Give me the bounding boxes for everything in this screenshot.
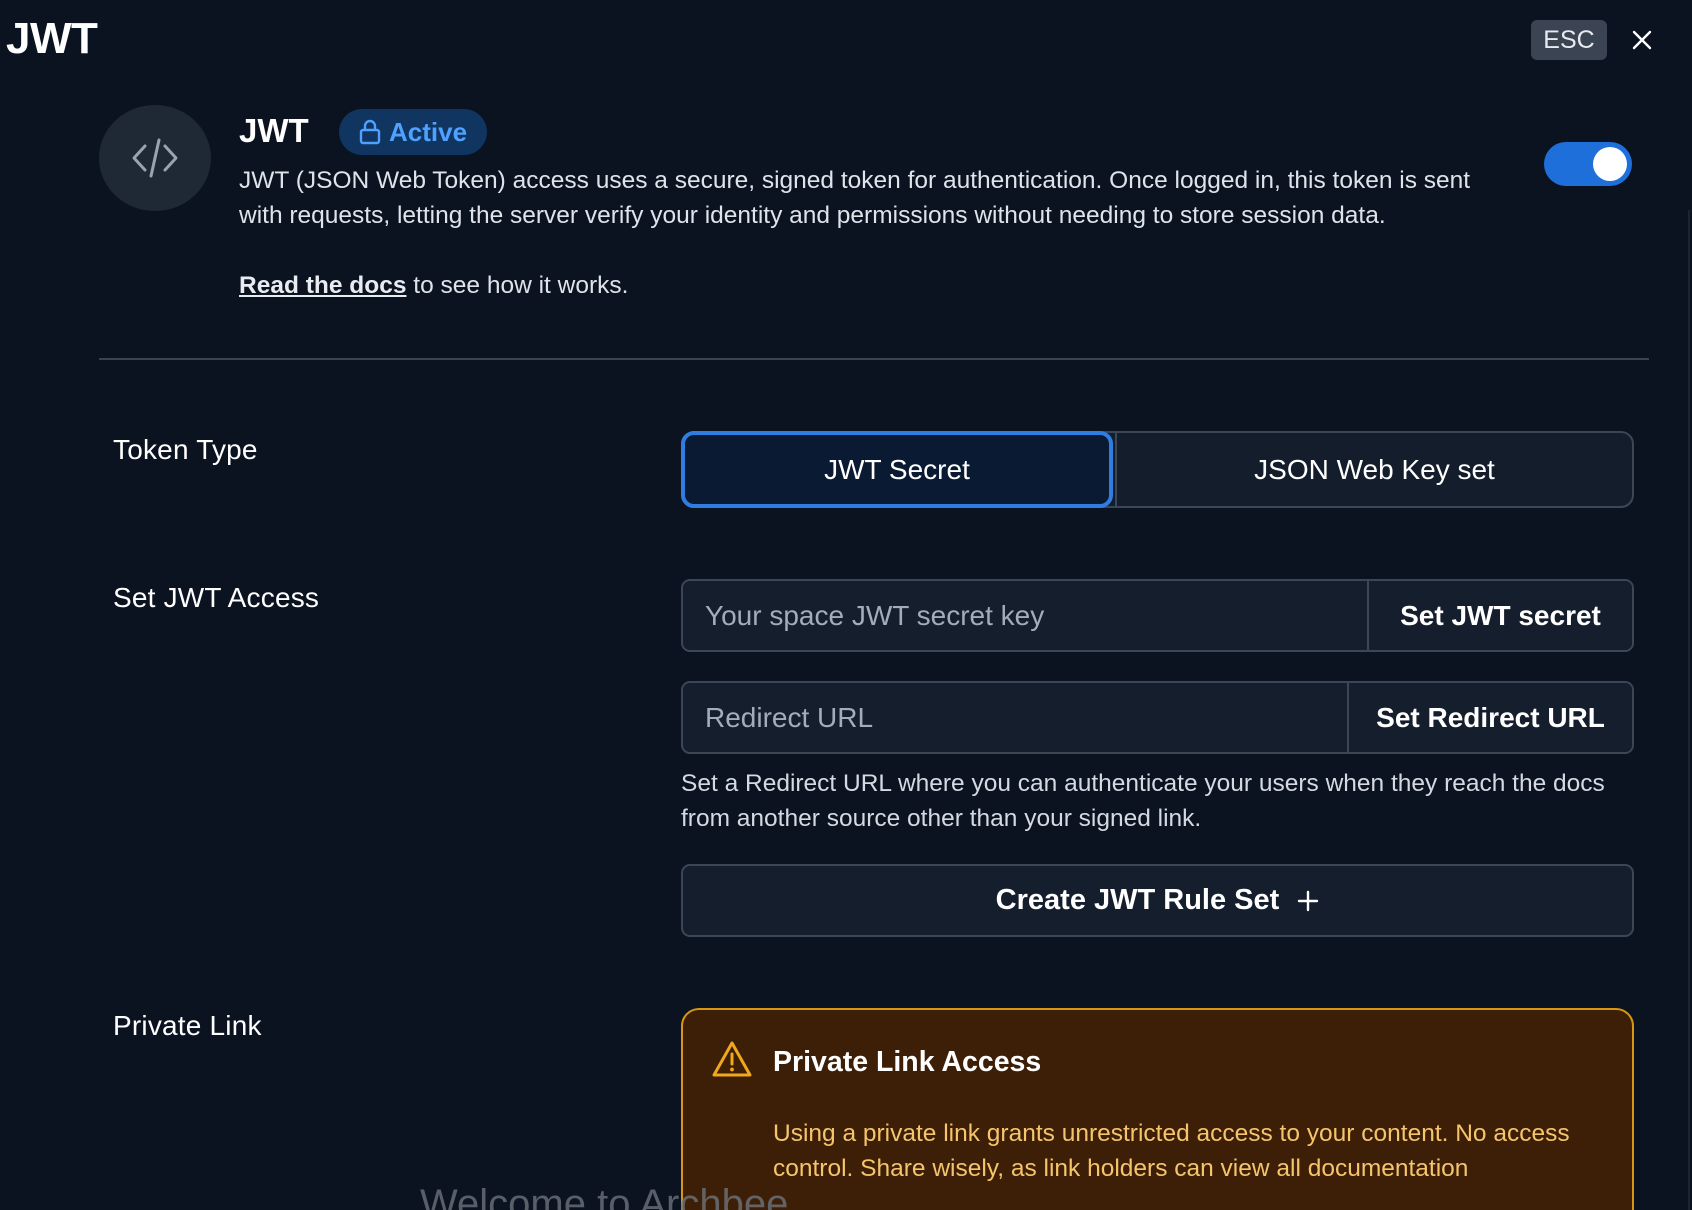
- scrollbar[interactable]: [1688, 210, 1690, 1210]
- redirect-url-help: Set a Redirect URL where you can authent…: [681, 770, 1605, 832]
- jwt-secret-group: Set JWT secret: [681, 579, 1634, 652]
- token-type-option-jwt-secret[interactable]: JWT Secret: [681, 431, 1113, 508]
- private-link-label: Private Link: [113, 1010, 262, 1041]
- redirect-url-group: Set Redirect URL: [681, 681, 1634, 754]
- set-redirect-url-button[interactable]: Set Redirect URL: [1347, 683, 1632, 752]
- warning-body: Using a private link grants unrestricted…: [773, 1120, 1570, 1182]
- lock-icon: [359, 119, 381, 145]
- toggle-knob: [1593, 147, 1627, 181]
- docs-line: Read the docs to see how it works.: [239, 268, 628, 303]
- close-button[interactable]: [1626, 24, 1658, 56]
- warning-icon: [712, 1041, 752, 1077]
- token-type-label: Token Type: [113, 434, 258, 465]
- plus-icon: [1298, 890, 1319, 911]
- token-type-option-jwks[interactable]: JSON Web Key set: [1115, 433, 1632, 506]
- integration-avatar: [99, 105, 211, 211]
- status-label: Active: [389, 116, 468, 147]
- set-jwt-secret-button[interactable]: Set JWT secret: [1367, 581, 1632, 650]
- jwt-access-label: Set JWT Access: [113, 582, 320, 613]
- modal-title: JWT: [6, 14, 98, 63]
- warning-title: Private Link Access: [773, 1046, 1042, 1078]
- divider: [99, 358, 1649, 360]
- code-icon: [132, 138, 178, 178]
- enable-toggle[interactable]: [1544, 142, 1632, 186]
- create-rule-label: Create JWT Rule Set: [995, 884, 1280, 916]
- jwt-settings-modal: JWT ESC JWT Active JWT (JSON Web Token) …: [0, 0, 1692, 1210]
- integration-name: JWT: [239, 112, 309, 149]
- read-docs-link[interactable]: Read the docs: [239, 272, 406, 299]
- redirect-url-input[interactable]: [683, 683, 1347, 752]
- background-page-text: Welcome to Archbee: [420, 1182, 789, 1210]
- docs-suffix: to see how it works.: [406, 272, 629, 299]
- status-badge: Active: [339, 109, 488, 155]
- private-link-warning: Private Link Access Using a private link…: [681, 1008, 1634, 1210]
- create-jwt-rule-set-button[interactable]: Create JWT Rule Set: [681, 864, 1634, 937]
- esc-key-badge[interactable]: ESC: [1531, 20, 1607, 60]
- close-icon: [1632, 30, 1652, 50]
- integration-description: JWT (JSON Web Token) access uses a secur…: [239, 167, 1471, 229]
- jwt-secret-input[interactable]: [683, 581, 1367, 650]
